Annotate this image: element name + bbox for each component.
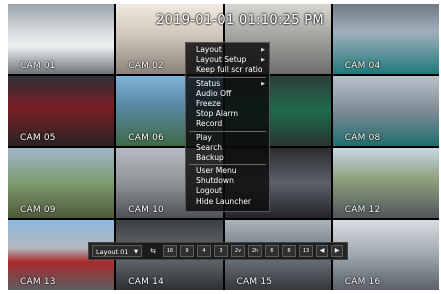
camera-label: CAM 09 xyxy=(20,205,56,215)
camera-tile-09[interactable]: CAM 09 xyxy=(8,148,115,218)
camera-label: CAM 12 xyxy=(344,205,381,215)
split-6-button[interactable]: 6 xyxy=(265,245,279,257)
menu-item-search[interactable]: Search xyxy=(186,143,269,153)
timestamp-overlay: 2019-01-01 01:10:25 PM xyxy=(156,13,324,28)
menu-item-status[interactable]: Status ▶ xyxy=(186,79,269,89)
camera-tile-05[interactable]: CAM 05 xyxy=(8,76,115,146)
menu-item-user-menu[interactable]: User Menu xyxy=(186,166,269,176)
camera-tile-12[interactable]: CAM 12 xyxy=(332,148,439,218)
camera-label: CAM 05 xyxy=(20,133,56,143)
context-menu: Layout ▶ Layout Setup ▶ Keep full scr rati… xyxy=(185,42,270,212)
menu-divider xyxy=(189,130,266,132)
camera-label: CAM 08 xyxy=(344,133,381,143)
camera-label: CAM 13 xyxy=(20,277,56,287)
menu-item-hide-launcher[interactable]: Hide Launcher xyxy=(186,197,269,207)
submenu-arrow-icon: ▶ xyxy=(261,80,265,87)
menu-item-label: Layout xyxy=(196,45,222,54)
camera-label: CAM 10 xyxy=(128,205,164,215)
split-2v-button[interactable]: 2v xyxy=(231,245,245,257)
camera-label: CAM 04 xyxy=(344,61,381,71)
menu-item-record[interactable]: Record xyxy=(186,119,269,129)
split-4-button[interactable]: 4 xyxy=(197,245,211,257)
menu-item-layout[interactable]: Layout ▶ xyxy=(186,45,269,55)
menu-item-audio-off[interactable]: Audio Off xyxy=(186,89,269,99)
chevron-down-icon: ▼ xyxy=(134,249,138,255)
camera-label: CAM 14 xyxy=(128,277,164,287)
menu-divider xyxy=(189,76,266,78)
menu-item-backup[interactable]: Backup xyxy=(186,153,269,163)
camera-label: CAM 15 xyxy=(236,277,273,287)
camera-label: CAM 06 xyxy=(128,133,164,143)
camera-tile-16[interactable]: CAM 16 xyxy=(332,220,439,290)
submenu-arrow-icon: ▶ xyxy=(261,57,265,64)
camera-tile-04[interactable]: CAM 04 xyxy=(332,4,439,74)
menu-divider xyxy=(189,164,266,166)
camera-label: CAM 16 xyxy=(344,277,381,287)
prev-page-icon[interactable]: ◀ xyxy=(316,245,328,257)
split-8-button[interactable]: 8 xyxy=(282,245,296,257)
split-9-button[interactable]: 9 xyxy=(180,245,194,257)
sequence-icon[interactable]: ⇆ xyxy=(146,245,160,257)
camera-label: CAM 01 xyxy=(20,61,56,71)
camera-tile-01[interactable]: CAM 01 xyxy=(8,4,115,74)
launcher-bar: Layout 01 ▼ ⇆ 16 9 4 3 2v 2h 6 8 13 ◀ ▶ xyxy=(88,242,348,260)
split-3-button[interactable]: 3 xyxy=(214,245,228,257)
split-16-button[interactable]: 16 xyxy=(163,245,177,257)
menu-item-shutdown[interactable]: Shutdown xyxy=(186,176,269,186)
camera-label: CAM 02 xyxy=(128,61,164,71)
menu-item-label: Status xyxy=(196,78,221,88)
split-13-button[interactable]: 13 xyxy=(299,245,313,257)
menu-item-freeze[interactable]: Freeze xyxy=(186,99,269,109)
submenu-arrow-icon: ▶ xyxy=(261,47,265,53)
next-page-icon[interactable]: ▶ xyxy=(331,245,343,257)
menu-item-logout[interactable]: Logout xyxy=(186,186,269,196)
camera-tile-08[interactable]: CAM 08 xyxy=(332,76,439,146)
menu-item-keep-full-scr-ratio[interactable]: Keep full scr ratio xyxy=(186,65,269,75)
menu-item-layout-setup[interactable]: Layout Setup ▶ xyxy=(186,55,269,65)
menu-item-label: Layout Setup xyxy=(196,55,247,65)
layout-select[interactable]: Layout 01 ▼ xyxy=(92,245,142,257)
split-2h-button[interactable]: 2h xyxy=(248,245,262,257)
menu-item-stop-alarm[interactable]: Stop Alarm xyxy=(186,109,269,119)
layout-select-value: Layout 01 xyxy=(96,248,129,256)
menu-item-play[interactable]: Play xyxy=(186,133,269,143)
